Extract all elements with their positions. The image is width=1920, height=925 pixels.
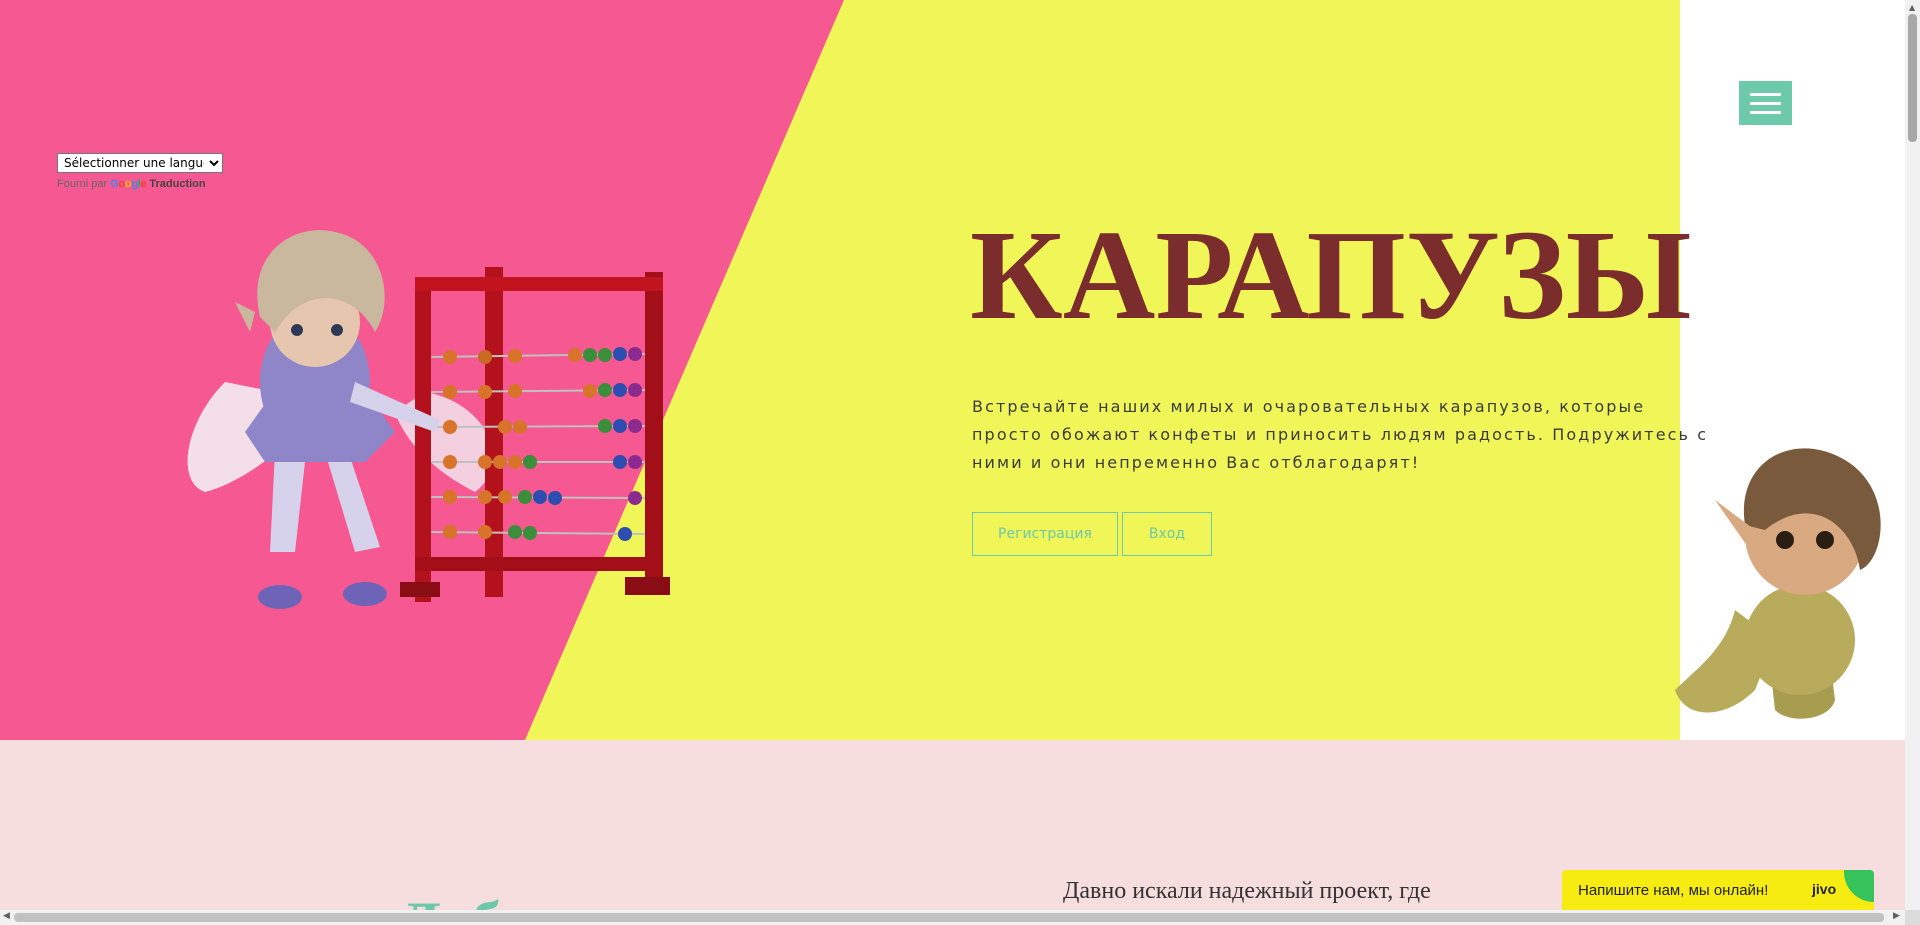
- powered-by-google: Fourni par Google Traduction: [57, 178, 206, 190]
- chat-label: Напишите нам, мы онлайн!: [1578, 882, 1769, 899]
- horizontal-scrollbar[interactable]: ◀ ▶: [0, 910, 1905, 925]
- login-button[interactable]: Вход: [1122, 512, 1212, 556]
- register-button[interactable]: Регистрация: [972, 512, 1118, 556]
- welcome-text: Давно искали надежный проект, где: [1063, 878, 1431, 904]
- hero-title: КАРАПУЗЫ: [970, 204, 1692, 346]
- google-translate-widget: Sélectionner une langue Fourni par Googl…: [57, 152, 257, 190]
- hamburger-icon: [1750, 93, 1781, 96]
- vertical-scroll-thumb[interactable]: [1908, 14, 1917, 142]
- chat-bubble-icon: [1844, 870, 1874, 902]
- welcome-heading: Добро пожаловать: [400, 888, 901, 910]
- scroll-up-arrow-icon[interactable]: ▲: [1909, 3, 1915, 12]
- scrollbar-corner: [1905, 910, 1920, 925]
- google-logo[interactable]: Google: [110, 178, 146, 190]
- language-select[interactable]: Sélectionner une langue: [57, 153, 223, 173]
- jivo-logo: jivo: [1812, 881, 1837, 897]
- jivo-chat-widget[interactable]: Напишите нам, мы онлайн! jivo: [1562, 870, 1874, 910]
- hamburger-icon-line: [1750, 102, 1781, 105]
- horizontal-scroll-thumb[interactable]: [14, 913, 1884, 922]
- menu-button[interactable]: [1739, 81, 1792, 125]
- vertical-scrollbar[interactable]: ▲: [1905, 0, 1920, 910]
- hero-description: Встречайте наших милых и очаровательных …: [972, 397, 1709, 472]
- baby-image: [1675, 448, 1881, 719]
- scroll-right-arrow-icon[interactable]: ▶: [1893, 911, 1900, 921]
- scroll-left-arrow-icon[interactable]: ◀: [3, 911, 10, 921]
- translate-link[interactable]: Traduction: [149, 178, 205, 190]
- hero-section: Sélectionner une langue Fourni par Googl…: [0, 0, 1905, 740]
- hamburger-icon-line: [1750, 111, 1781, 114]
- fairy-abacus-image: [187, 230, 670, 609]
